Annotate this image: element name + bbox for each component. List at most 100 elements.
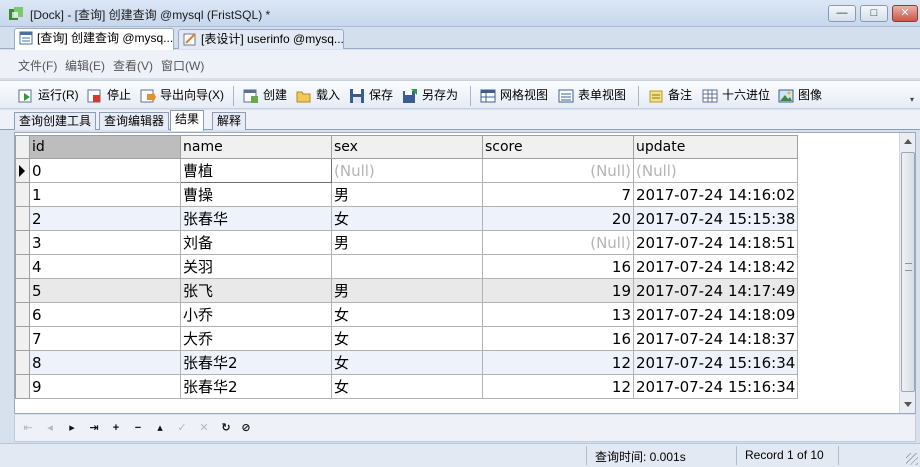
cell-update[interactable]: 2017-07-24 15:15:38 bbox=[632, 206, 799, 231]
cell-id[interactable]: 6 bbox=[29, 302, 181, 327]
maximize-button[interactable]: □ bbox=[860, 5, 888, 22]
cell-sex[interactable] bbox=[331, 254, 483, 279]
cell-score[interactable]: 19 bbox=[482, 278, 634, 303]
cell-id[interactable]: 2 bbox=[29, 206, 181, 231]
cell-update[interactable]: 2017-07-24 14:18:09 bbox=[632, 302, 799, 327]
cell-sex[interactable]: 女 bbox=[331, 326, 483, 351]
row-selector[interactable] bbox=[15, 254, 30, 279]
save-button[interactable]: 保存 bbox=[349, 87, 393, 105]
run-button[interactable]: 运行(R) bbox=[18, 87, 79, 105]
create-button[interactable]: 创建 bbox=[243, 87, 287, 105]
table-row[interactable]: 8 张春华2 女 12 2017-07-24 15:16:34 bbox=[15, 350, 799, 375]
table-row[interactable]: 6 小乔女 13 2017-07-24 14:18:09 bbox=[15, 302, 799, 327]
apply-icon[interactable]: ✓ bbox=[175, 421, 189, 435]
resize-grip-icon[interactable] bbox=[906, 453, 918, 465]
stop-icon[interactable]: ⊘ bbox=[239, 421, 253, 435]
cell-id[interactable]: 7 bbox=[29, 326, 181, 351]
cell-name[interactable]: 曹植 bbox=[180, 158, 332, 183]
doc-tab-table-design[interactable]: [表设计] userinfo @mysq... bbox=[178, 29, 344, 49]
menu-file[interactable]: 文件(F) bbox=[18, 57, 57, 74]
row-selector[interactable] bbox=[15, 158, 30, 183]
cell-update[interactable]: 2017-07-24 14:17:49 bbox=[632, 278, 799, 303]
row-selector[interactable] bbox=[15, 326, 30, 351]
row-selector[interactable] bbox=[15, 230, 30, 255]
cell-update[interactable]: 2017-07-24 15:16:34 bbox=[632, 350, 799, 375]
cell-id[interactable]: 5 bbox=[29, 278, 181, 303]
scroll-thumb[interactable] bbox=[901, 152, 915, 392]
row-selector[interactable] bbox=[15, 182, 30, 207]
scroll-up-icon[interactable] bbox=[904, 139, 912, 144]
table-row[interactable]: 2 张春华女 20 2017-07-24 15:15:38 bbox=[15, 206, 799, 231]
table-row[interactable]: 3 刘备男 (Null) 2017-07-24 14:18:51 bbox=[15, 230, 799, 255]
cell-id[interactable]: 4 bbox=[29, 254, 181, 279]
move-up-icon[interactable]: ▴ bbox=[153, 421, 167, 435]
tab-query-builder[interactable]: 查询创建工具 bbox=[14, 112, 97, 130]
previous-record-icon[interactable]: ◂ bbox=[43, 421, 57, 435]
table-row[interactable]: 0 曹植 (Null) (Null) (Null) bbox=[15, 158, 799, 183]
cell-score[interactable]: 16 bbox=[482, 326, 634, 351]
column-header-update[interactable]: update bbox=[632, 135, 799, 159]
memo-button[interactable]: 备注 bbox=[648, 87, 692, 105]
cell-score[interactable]: (Null) bbox=[482, 230, 634, 255]
row-selector[interactable] bbox=[15, 350, 30, 375]
cell-sex[interactable]: 男 bbox=[331, 182, 483, 207]
cell-update[interactable]: 2017-07-24 15:16:34 bbox=[632, 374, 799, 399]
cell-score[interactable]: 16 bbox=[482, 254, 634, 279]
column-header-sex[interactable]: sex bbox=[331, 135, 483, 159]
column-header-name[interactable]: name bbox=[180, 135, 332, 159]
delete-record-icon[interactable]: − bbox=[131, 421, 145, 435]
refresh-icon[interactable]: ↻ bbox=[219, 421, 233, 435]
cell-update[interactable]: 2017-07-24 14:18:42 bbox=[632, 254, 799, 279]
cell-id[interactable]: 0 bbox=[29, 158, 181, 183]
cell-sex[interactable]: 男 bbox=[331, 230, 483, 255]
row-selector-header[interactable] bbox=[15, 135, 30, 159]
cell-score[interactable]: 13 bbox=[482, 302, 634, 327]
grid-view-button[interactable]: 网格视图 bbox=[480, 87, 548, 105]
cell-sex[interactable]: 女 bbox=[331, 374, 483, 399]
table-row[interactable]: 1 曹操男 7 2017-07-24 14:16:02 bbox=[15, 182, 799, 207]
last-record-icon[interactable]: ⇥ bbox=[87, 421, 101, 435]
table-row[interactable]: 9 张春华2 女 12 2017-07-24 15:16:34 bbox=[15, 374, 799, 399]
column-header-score[interactable]: score bbox=[482, 135, 634, 159]
form-view-button[interactable]: 表单视图 bbox=[558, 87, 626, 105]
table-row[interactable]: 7 大乔女 16 2017-07-24 14:18:37 bbox=[15, 326, 799, 351]
first-record-icon[interactable]: ⇤ bbox=[21, 421, 35, 435]
menu-edit[interactable]: 编辑(E) bbox=[65, 57, 105, 74]
cell-name[interactable]: 张飞 bbox=[180, 278, 332, 303]
save-as-button[interactable]: 另存为 bbox=[402, 87, 458, 105]
cell-name[interactable]: 曹操 bbox=[180, 182, 332, 207]
menu-view[interactable]: 查看(V) bbox=[113, 57, 153, 74]
export-wizard-button[interactable]: 导出向导(X) bbox=[140, 87, 224, 105]
tab-query-editor[interactable]: 查询编辑器 bbox=[99, 112, 170, 130]
cell-score[interactable]: (Null) bbox=[482, 158, 634, 183]
cell-name[interactable]: 大乔 bbox=[180, 326, 332, 351]
cell-update[interactable]: 2017-07-24 14:16:02 bbox=[632, 182, 799, 207]
minimize-button[interactable]: — bbox=[828, 5, 856, 22]
cell-id[interactable]: 9 bbox=[29, 374, 181, 399]
cell-name[interactable]: 小乔 bbox=[180, 302, 332, 327]
cell-update[interactable]: (Null) bbox=[632, 158, 799, 183]
close-button[interactable]: ✕ bbox=[892, 5, 918, 22]
toolbar-overflow-icon[interactable]: ▾ bbox=[910, 95, 918, 104]
vertical-scrollbar[interactable] bbox=[899, 133, 915, 413]
row-selector[interactable] bbox=[15, 206, 30, 231]
hex-button[interactable]: 十六进位 bbox=[702, 87, 770, 105]
table-row[interactable]: 5 张飞男 19 2017-07-24 14:17:49 bbox=[15, 278, 799, 303]
add-record-icon[interactable]: + bbox=[109, 421, 123, 435]
discard-icon[interactable]: ✕ bbox=[197, 421, 211, 435]
cell-id[interactable]: 1 bbox=[29, 182, 181, 207]
row-selector[interactable] bbox=[15, 278, 30, 303]
doc-tab-query[interactable]: [查询] 创建查询 @mysq... bbox=[14, 28, 174, 50]
tab-results[interactable]: 结果 bbox=[170, 110, 205, 131]
cell-name[interactable]: 张春华 bbox=[180, 206, 332, 231]
cell-sex[interactable]: 女 bbox=[331, 206, 483, 231]
cell-sex[interactable]: 女 bbox=[331, 350, 483, 375]
cell-sex[interactable]: 女 bbox=[331, 302, 483, 327]
cell-score[interactable]: 12 bbox=[482, 350, 634, 375]
tab-explain[interactable]: 解释 bbox=[212, 112, 247, 130]
row-selector[interactable] bbox=[15, 302, 30, 327]
cell-name[interactable]: 刘备 bbox=[180, 230, 332, 255]
cell-update[interactable]: 2017-07-24 14:18:37 bbox=[632, 326, 799, 351]
cell-name[interactable]: 张春华2 bbox=[180, 350, 332, 375]
cell-score[interactable]: 20 bbox=[482, 206, 634, 231]
